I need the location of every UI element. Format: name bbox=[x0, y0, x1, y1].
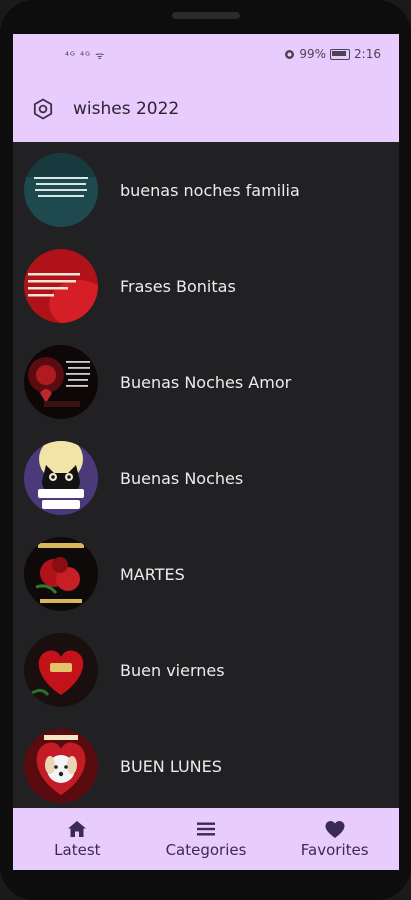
nav-categories-label: Categories bbox=[165, 841, 247, 859]
signal-icons: ⁴ᴳ ⁴ᴳ ᯤ bbox=[65, 51, 106, 62]
nav-favorites-label: Favorites bbox=[300, 841, 369, 859]
status-right: 99% 2:16 bbox=[284, 47, 381, 61]
home-icon bbox=[66, 819, 88, 839]
teal-quote-thumbnail bbox=[24, 153, 98, 227]
list-item-label: BUEN LUNES bbox=[120, 756, 222, 776]
list-item[interactable]: Buenas Noches bbox=[13, 430, 399, 526]
list-item-label: MARTES bbox=[120, 564, 185, 584]
gear-icon[interactable] bbox=[31, 97, 55, 121]
battery-icon bbox=[330, 48, 351, 60]
status-bar: ⁴ᴳ ⁴ᴳ ᯤ 99% 2:16 bbox=[13, 34, 399, 76]
list-item[interactable]: Buen viernes bbox=[13, 622, 399, 718]
list-item-label: Buenas Noches Amor bbox=[120, 372, 292, 392]
app-bar: wishes 2022 bbox=[13, 76, 399, 142]
phone-frame: ⁴ᴳ ⁴ᴳ ᯤ 99% 2:16 wishes 2022 buenas noch… bbox=[0, 0, 411, 900]
red-rose-thumbnail bbox=[24, 537, 98, 611]
category-list: buenas noches familia Frases Bonitas Bue… bbox=[13, 142, 399, 808]
puppy-heart-thumbnail bbox=[24, 729, 98, 803]
clock: 2:16 bbox=[354, 47, 381, 61]
phone-speaker bbox=[172, 12, 240, 19]
list-item-label: Frases Bonitas bbox=[120, 276, 236, 296]
list-item[interactable]: Buenas Noches Amor bbox=[13, 334, 399, 430]
list-item-label: Buenas Noches bbox=[120, 468, 244, 488]
bottom-navigation: Latest Categories Favorites bbox=[13, 808, 399, 870]
page-title: wishes 2022 bbox=[73, 99, 180, 119]
list-item[interactable]: MARTES bbox=[13, 526, 399, 622]
heart-icon bbox=[324, 819, 346, 839]
app-screen: ⁴ᴳ ⁴ᴳ ᯤ 99% 2:16 wishes 2022 buenas noch… bbox=[13, 34, 399, 870]
alarm-icon bbox=[285, 49, 295, 59]
red-quote-thumbnail bbox=[24, 249, 98, 323]
nav-latest-label: Latest bbox=[54, 841, 101, 859]
nav-favorites[interactable]: Favorites bbox=[270, 808, 399, 870]
list-item-label: Buen viernes bbox=[120, 660, 225, 680]
black-cat-thumbnail bbox=[24, 441, 98, 515]
nav-latest[interactable]: Latest bbox=[13, 808, 142, 870]
red-heart-thumbnail bbox=[24, 633, 98, 707]
list-item[interactable]: Frases Bonitas bbox=[13, 238, 399, 334]
battery-percent: 99% bbox=[299, 47, 327, 61]
list-item[interactable]: BUEN LUNES bbox=[13, 718, 399, 808]
nav-categories[interactable]: Categories bbox=[142, 808, 271, 870]
list-item[interactable]: buenas noches familia bbox=[13, 142, 399, 238]
list-item-label: buenas noches familia bbox=[120, 180, 300, 200]
menu-icon bbox=[195, 819, 217, 839]
night-heart-thumbnail bbox=[24, 345, 98, 419]
